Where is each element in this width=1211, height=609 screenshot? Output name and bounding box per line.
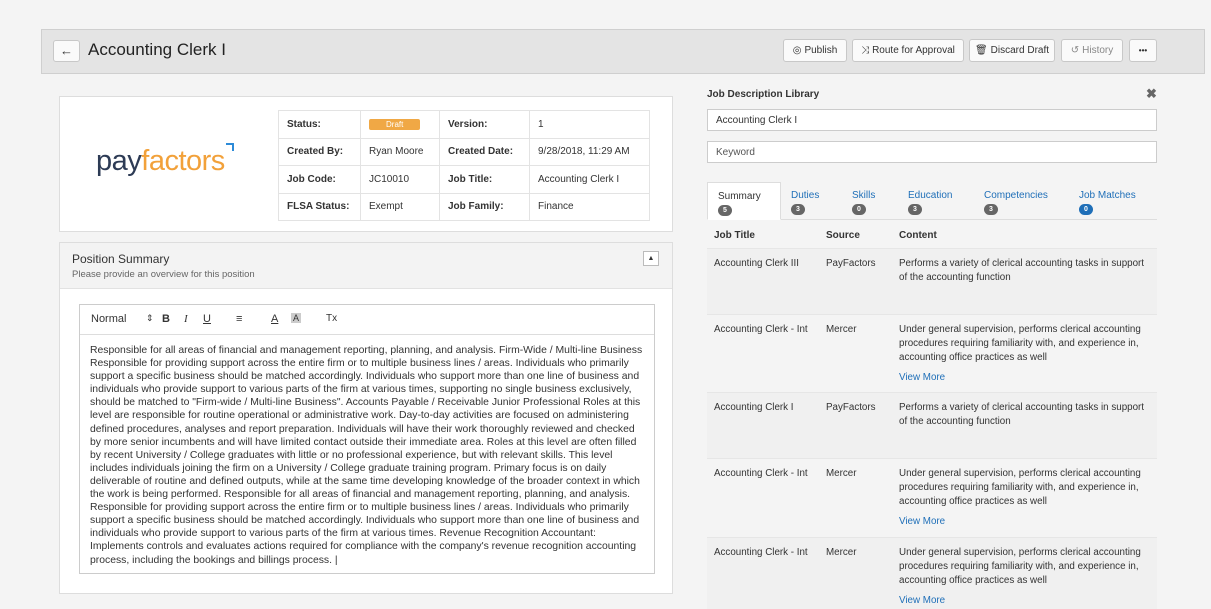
table-row[interactable]: Accounting Clerk III PayFactors Performs… (707, 248, 1157, 314)
count-badge: 0 (1079, 204, 1093, 215)
history-label: History (1082, 45, 1114, 56)
position-summary-card: Position Summary Please provide an overv… (59, 242, 673, 594)
column-source: Source (826, 230, 860, 241)
rich-text-editor[interactable]: Normal ⇕ B I U ≡ A A Tx Responsible for … (79, 304, 655, 574)
job-search-input[interactable] (707, 109, 1157, 131)
tab-skills[interactable]: Skills 0 (842, 182, 898, 220)
view-more-link[interactable]: View More (899, 371, 945, 385)
history-icon: ↺ (1070, 45, 1080, 56)
library-results-table: Job Title Source Content Accounting Cler… (707, 224, 1157, 609)
publish-label: Publish (804, 45, 838, 56)
history-button[interactable]: ↺ History (1061, 39, 1123, 62)
column-job-title: Job Title (714, 230, 755, 241)
background-color-button[interactable]: A (291, 313, 302, 323)
status-badge: Draft (369, 118, 421, 130)
more-options-button[interactable]: ••• (1129, 39, 1157, 62)
view-more-link[interactable]: View More (899, 594, 945, 608)
created-date-value: 9/28/2018, 11:29 AM (529, 137, 650, 166)
table-row[interactable]: Accounting Clerk - Int Mercer Under gene… (707, 314, 1157, 392)
job-family-value: Finance (529, 192, 650, 221)
library-tabs: Summary 5 Duties 3 Skills 0 Education 3 … (707, 182, 1157, 220)
job-code-label: Job Code: (278, 165, 361, 194)
position-summary-header: Position Summary Please provide an overv… (60, 243, 672, 289)
bold-button[interactable]: B (162, 313, 170, 325)
discard-label: Discard Draft (990, 45, 1050, 56)
job-meta-table: Status: Draft Version: 1 Created By: Rya… (278, 110, 650, 221)
collapse-button[interactable]: ▲ (643, 251, 659, 266)
route-for-approval-button[interactable]: ⤨ Route for Approval (852, 39, 964, 62)
position-summary-subtitle: Please provide an overview for this posi… (72, 269, 255, 280)
font-color-button[interactable]: A (271, 313, 278, 325)
page-title: Accounting Clerk I (88, 40, 226, 59)
created-date-label: Created Date: (439, 137, 530, 166)
logo-corner-mark (225, 143, 234, 151)
job-code-value: JC10010 (360, 165, 440, 194)
job-info-card: payfactors Status: Draft Version: 1 Crea… (59, 96, 673, 232)
tab-education[interactable]: Education 3 (898, 182, 974, 220)
tab-summary[interactable]: Summary 5 (707, 182, 781, 220)
tab-job-matches[interactable]: Job Matches 0 (1069, 182, 1157, 220)
editor-toolbar: Normal ⇕ B I U ≡ A A Tx (80, 305, 654, 335)
back-button[interactable]: ← (53, 40, 80, 62)
flsa-label: FLSA Status: (278, 192, 361, 221)
count-badge: 3 (984, 204, 998, 215)
close-icon[interactable]: ✖ (1146, 86, 1157, 102)
view-more-link[interactable]: View More (899, 515, 945, 529)
job-family-label: Job Family: (439, 192, 530, 221)
keyword-input[interactable] (707, 141, 1157, 163)
route-label: Route for Approval (872, 45, 955, 56)
underline-button[interactable]: U (203, 313, 211, 325)
status-label: Status: (278, 110, 361, 139)
align-icon[interactable]: ≡ (236, 313, 242, 325)
created-by-value: Ryan Moore (360, 137, 440, 166)
table-row[interactable]: Accounting Clerk - Int Mercer Under gene… (707, 458, 1157, 537)
library-title: Job Description Library (707, 89, 820, 100)
trash-icon: 🗑 (974, 45, 988, 56)
job-title-value: Accounting Clerk I (529, 165, 650, 194)
editor-content[interactable]: Responsible for all areas of financial a… (80, 335, 654, 576)
payfactors-logo: payfactors (96, 143, 234, 178)
discard-draft-button[interactable]: 🗑 Discard Draft (969, 39, 1055, 62)
column-content: Content (899, 230, 937, 241)
tab-duties[interactable]: Duties 3 (781, 182, 841, 220)
italic-button[interactable]: I (184, 313, 188, 325)
shuffle-icon: ⤨ (861, 45, 870, 56)
table-row[interactable]: Accounting Clerk I PayFactors Performs a… (707, 392, 1157, 458)
tab-competencies[interactable]: Competencies 3 (974, 182, 1069, 220)
page-header: ← Accounting Clerk I ◎ Publish ⤨ Route f… (41, 29, 1205, 74)
created-by-label: Created By: (278, 137, 361, 166)
count-badge: 3 (908, 204, 922, 215)
table-row[interactable]: Accounting Clerk - Int Mercer Under gene… (707, 537, 1157, 609)
flsa-value: Exempt (360, 192, 440, 221)
check-circle-icon: ◎ (792, 45, 802, 56)
chevron-updown-icon[interactable]: ⇕ (146, 313, 154, 324)
publish-button[interactable]: ◎ Publish (783, 39, 847, 62)
clear-format-button[interactable]: Tx (326, 313, 337, 324)
count-badge: 5 (718, 205, 732, 216)
version-label: Version: (439, 110, 530, 139)
job-title-label: Job Title: (439, 165, 530, 194)
paragraph-style-select[interactable]: Normal (91, 313, 126, 325)
position-summary-title: Position Summary (72, 252, 170, 266)
results-header: Job Title Source Content (707, 224, 1157, 248)
count-badge: 3 (791, 204, 805, 215)
count-badge: 0 (852, 204, 866, 215)
version-value: 1 (529, 110, 650, 139)
